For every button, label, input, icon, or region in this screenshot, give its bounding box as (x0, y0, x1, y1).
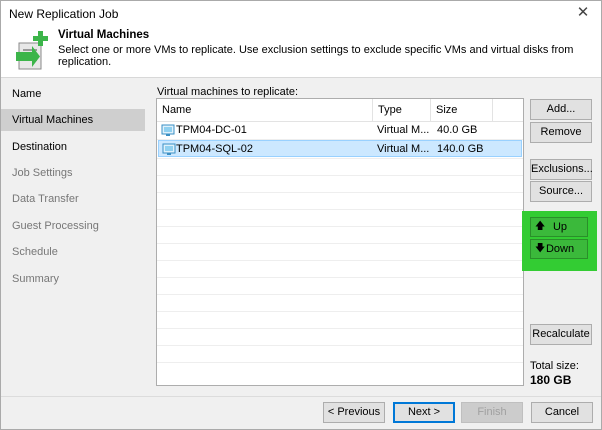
nav-step-schedule: Schedule (12, 246, 58, 258)
nav-step-name[interactable]: Name (1, 83, 145, 105)
grid-line (157, 226, 523, 227)
grid-line (157, 345, 523, 346)
vm-row[interactable]: TPM04-SQL-02 Virtual M... 140.0 GB (158, 140, 522, 157)
move-down-button[interactable]: 🡇 Down (530, 239, 588, 259)
grid-line (157, 294, 523, 295)
source-button[interactable]: Source... (530, 181, 592, 202)
total-size-value: 180 GB (530, 373, 572, 387)
window-title: New Replication Job (9, 7, 119, 21)
add-button[interactable]: Add... (530, 99, 592, 120)
exclusions-button[interactable]: Exclusions... (530, 159, 593, 180)
vm-size: 40.0 GB (437, 124, 478, 136)
grid-line (157, 209, 523, 210)
vm-icon (162, 143, 176, 155)
finish-button: Finish (461, 402, 523, 423)
grid-line (157, 260, 523, 261)
recalculate-button[interactable]: Recalculate (530, 324, 592, 345)
vm-size: 140.0 GB (437, 143, 484, 155)
vm-list-label: Virtual machines to replicate: (157, 86, 299, 98)
grid-line (157, 175, 523, 176)
cancel-button[interactable]: Cancel (531, 402, 593, 423)
wizard-footer: < Previous Next > Finish Cancel (1, 396, 601, 429)
nav-step-summary: Summary (12, 273, 60, 285)
grid-line (157, 277, 523, 278)
vm-icon (161, 124, 175, 136)
grid-line (157, 243, 523, 244)
vm-list[interactable]: Name Type Size TPM04-DC-01 Virtual M... … (156, 98, 524, 386)
previous-button[interactable]: < Previous (323, 402, 385, 423)
grid-line (157, 311, 523, 312)
column-header-name[interactable]: Name (157, 99, 373, 121)
column-header-size[interactable]: Size (431, 99, 493, 121)
grid-line (157, 192, 523, 193)
total-size-label: Total size: (530, 360, 579, 372)
wizard-content: Virtual machines to replicate: Name Type… (146, 78, 601, 396)
column-header-type[interactable]: Type (373, 99, 431, 121)
nav-step-virtual-machines[interactable]: Virtual Machines (1, 109, 145, 131)
grid-line (157, 158, 523, 159)
nav-step-guest-processing: Guest Processing (12, 220, 99, 232)
remove-button[interactable]: Remove (530, 122, 592, 143)
page-title: Virtual Machines (58, 29, 150, 41)
wizard-steps-nav: Name Virtual Machines Destination Job Se… (1, 78, 145, 396)
close-icon[interactable]: ✕ (571, 3, 595, 23)
vm-type: Virtual M... (377, 124, 430, 136)
nav-step-destination[interactable]: Destination (1, 136, 145, 158)
nav-step-job-settings: Job Settings (12, 167, 73, 179)
title-bar: New Replication Job ✕ (1, 1, 601, 27)
vm-type: Virtual M... (377, 143, 430, 155)
page-description: Select one or more VMs to replicate. Use… (58, 44, 574, 68)
grid-line (157, 328, 523, 329)
move-buttons-highlight: 🡅 Up 🡇 Down (522, 211, 597, 271)
add-vm-icon (16, 31, 48, 70)
nav-step-data-transfer: Data Transfer (12, 193, 79, 205)
grid-line (157, 362, 523, 363)
replication-job-window: New Replication Job ✕ Virtual Machines S… (0, 0, 602, 430)
wizard-header: Virtual Machines Select one or more VMs … (1, 27, 601, 77)
move-up-button[interactable]: 🡅 Up (530, 217, 588, 237)
vm-name: TPM04-SQL-02 (176, 143, 254, 155)
next-button[interactable]: Next > (393, 402, 455, 423)
vm-name: TPM04-DC-01 (176, 124, 247, 136)
vm-row[interactable]: TPM04-DC-01 Virtual M... 40.0 GB (158, 122, 522, 139)
